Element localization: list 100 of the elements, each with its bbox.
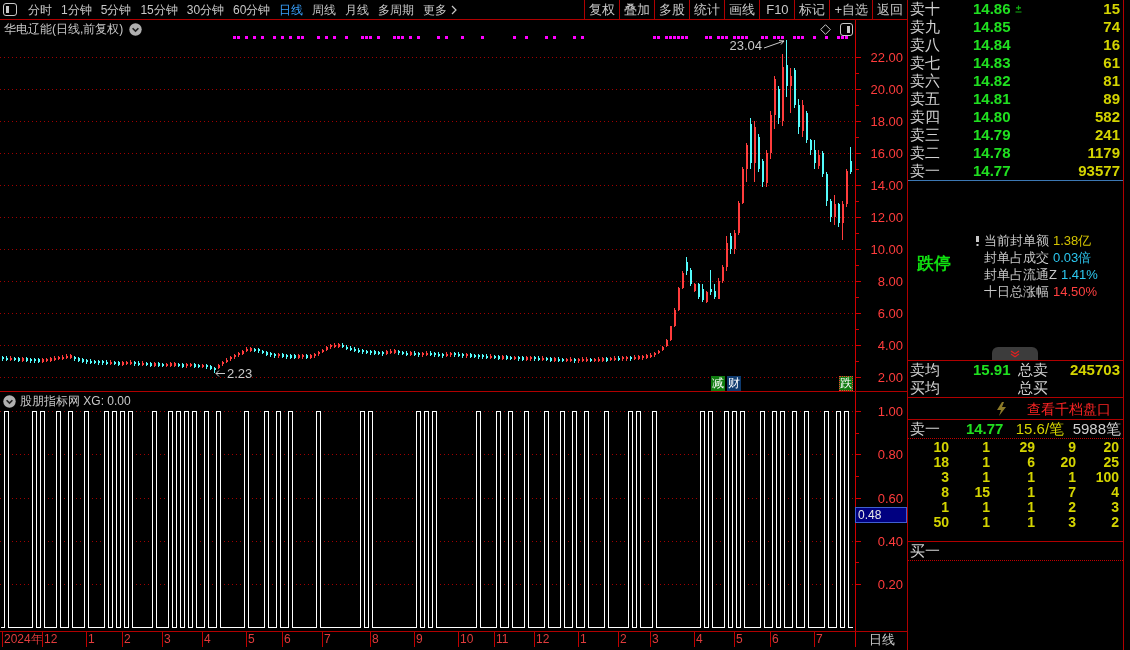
order-volume: 29 (1018, 440, 1035, 455)
toolbar-button[interactable]: F10 (759, 0, 795, 19)
time-axis-label: 7 (816, 632, 823, 647)
total-volume: 245703 (1068, 361, 1121, 379)
ask-volume: 74 (1102, 18, 1121, 36)
order-volume: 20 (1059, 455, 1076, 470)
price-annotation: 23.04 (729, 38, 762, 53)
period-tab[interactable]: 30分钟 (186, 0, 225, 19)
order-volume: 15 (973, 485, 990, 500)
order-volume: 1 (1026, 500, 1035, 515)
ask-level-label: 卖七 (909, 54, 941, 72)
toolbar-button[interactable]: 多股 (654, 0, 690, 19)
ask-volume: 93577 (1077, 162, 1121, 180)
ask-price: 14.81 (973, 90, 1011, 108)
period-tab[interactable]: 分时 (28, 0, 52, 19)
period-tab[interactable]: 月线 (345, 0, 370, 19)
period-tab[interactable]: 5分钟 (100, 0, 132, 19)
ask-price: 14.86 (973, 0, 1011, 18)
double-chevron-down-icon (1010, 349, 1020, 358)
order-volume: 2 (1067, 500, 1076, 515)
ask-price: 14.77 (973, 162, 1011, 180)
ask-volume: 582 (1093, 108, 1121, 126)
order-volume: 1 (981, 500, 990, 515)
stat-value: 0.03倍 (1053, 249, 1092, 266)
event-tag: 财 (727, 376, 741, 391)
stat-label: 封单占流通Z (984, 266, 1057, 283)
period-tab[interactable]: 60分钟 (233, 0, 271, 19)
stat-value: 1.38亿 (1053, 232, 1092, 249)
average-price: 15.91 (973, 361, 1012, 379)
axis-label: 20.00 (870, 82, 903, 97)
ask-volume: 241 (1093, 126, 1121, 144)
time-axis-label: 12 (536, 632, 550, 647)
diamond-icon[interactable] (820, 24, 831, 35)
time-axis-label: 3 (164, 632, 171, 647)
stat-label: 十日总涨幅 (984, 283, 1049, 300)
arrow-icon (763, 40, 785, 49)
axis-label: 1.00 (877, 404, 903, 419)
sidebar-toggle-icon[interactable] (3, 3, 17, 16)
ask-price: 14.84 (973, 36, 1011, 54)
chevron-right-icon (451, 4, 458, 15)
period-tab[interactable]: 多周期 (378, 0, 415, 19)
limit-status-label: 跌停 (917, 254, 951, 274)
ask-price: 14.82 (973, 72, 1011, 90)
ask-price: 14.79 (973, 126, 1011, 144)
order-volume: 1 (1026, 470, 1035, 485)
arrow-icon (215, 370, 226, 377)
time-axis-label: 6 (284, 632, 291, 647)
ask-level-label: 卖一 (909, 162, 941, 180)
time-axis-label: 12 (44, 632, 58, 647)
toolbar-button[interactable]: 标记 (794, 0, 830, 19)
toolbar-button[interactable]: 复权 (584, 0, 620, 19)
depth-view-link[interactable]: 查看千档盘口 (1027, 398, 1111, 419)
more-button[interactable]: 更多 (423, 0, 458, 19)
time-axis-label: 2024年 (4, 632, 43, 647)
toolbar-button[interactable]: 画线 (724, 0, 760, 19)
time-axis-label: 3 (652, 632, 659, 647)
chevron-down-icon[interactable] (3, 394, 16, 408)
order-volume: 8 (940, 485, 949, 500)
time-axis-label: 9 (416, 632, 423, 647)
period-tab[interactable]: 15分钟 (140, 0, 178, 19)
period-tab[interactable]: 1分钟 (61, 0, 92, 19)
lightning-icon (997, 401, 1006, 416)
toolbar-button[interactable]: 返回 (872, 0, 907, 19)
axis-label: 14.00 (870, 178, 903, 193)
panel-toggle-icon[interactable] (840, 23, 853, 36)
collapse-button[interactable] (992, 347, 1038, 360)
stat-value: 1.41% (1060, 266, 1098, 283)
average-per-order: 15.6/笔 (1015, 420, 1066, 438)
queue-price: 14.77 (965, 420, 1005, 438)
toolbar-button[interactable]: 统计 (689, 0, 725, 19)
axis-label: 0.60 (877, 491, 903, 506)
period-tab[interactable]: 日线 (279, 0, 304, 19)
time-axis-label: 10 (460, 632, 474, 647)
ask-level-label: 卖二 (909, 144, 941, 162)
order-volume: 25 (1102, 455, 1119, 470)
toolbar-button[interactable]: 叠加 (619, 0, 655, 19)
crosshair-value-label: 0.48 (855, 507, 907, 523)
period-label: 日线 (868, 632, 895, 647)
total-label: 总卖 (1018, 361, 1049, 379)
event-tag: 减 (711, 376, 725, 391)
axis-label: 10.00 (870, 242, 903, 257)
queue-label: 卖一 (909, 420, 941, 438)
chevron-down-icon[interactable] (129, 22, 143, 36)
toolbar-button[interactable]: +自选 (829, 0, 872, 19)
stat-label: 封单占成交 (984, 249, 1049, 266)
order-volume: 3 (1110, 500, 1119, 515)
average-label: 买均 (909, 379, 941, 397)
ask-volume: 81 (1102, 72, 1121, 90)
order-volume: 100 (1094, 470, 1119, 485)
axis-label: 0.80 (877, 447, 903, 462)
time-axis-label: 5 (248, 632, 255, 647)
order-volume: 3 (940, 470, 949, 485)
axis-label: 22.00 (870, 50, 903, 65)
axis-label: 16.00 (870, 146, 903, 161)
period-tab[interactable]: 周线 (312, 0, 337, 19)
order-volume: 1 (1067, 470, 1076, 485)
axis-label: 0.20 (877, 577, 903, 592)
axis-label: 8.00 (877, 274, 903, 289)
order-volume: 20 (1102, 440, 1119, 455)
order-volume: 1 (981, 470, 990, 485)
